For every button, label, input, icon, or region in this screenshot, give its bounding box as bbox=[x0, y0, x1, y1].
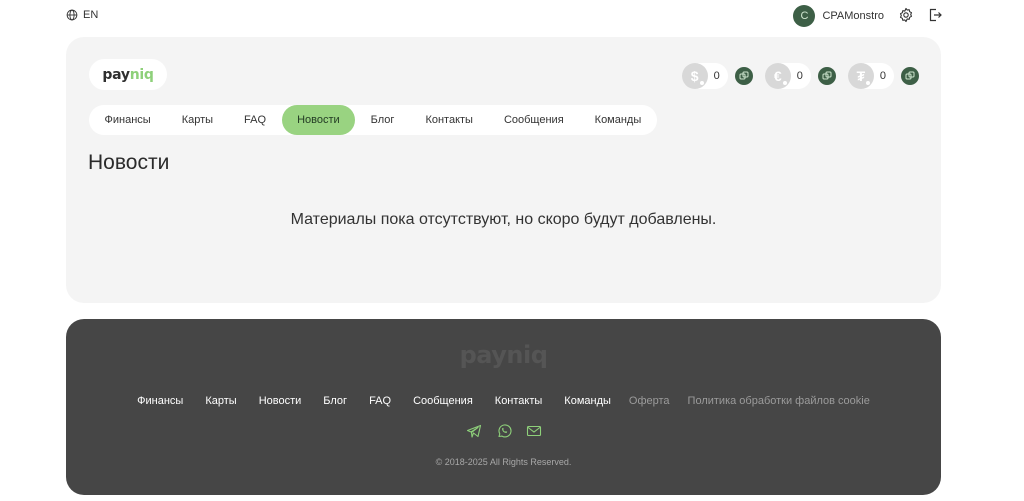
social-links bbox=[66, 423, 941, 439]
footer-link-contacts[interactable]: Контакты bbox=[495, 395, 543, 407]
nav-item-news[interactable]: Новости bbox=[281, 105, 356, 135]
footer-logo[interactable]: payniq bbox=[66, 341, 941, 369]
footer-links: Финансы Карты Новости Блог FAQ Сообщения… bbox=[66, 395, 941, 407]
nav-item-finance[interactable]: Финансы bbox=[89, 105, 166, 135]
page-title: Новости bbox=[88, 151, 170, 174]
whatsapp-icon[interactable] bbox=[496, 423, 512, 439]
main-card: payniq $ 0 € 0 ₮ 0 Финансы Карты FAQ Нов… bbox=[66, 37, 941, 303]
settings-gear-icon[interactable] bbox=[898, 7, 914, 23]
top-bar: EN C CPAMonstro bbox=[0, 0, 1024, 32]
language-switcher[interactable]: EN bbox=[66, 9, 98, 21]
balances: $ 0 € 0 ₮ 0 bbox=[681, 63, 919, 89]
nav-item-faq[interactable]: FAQ bbox=[229, 105, 282, 135]
user-menu[interactable]: C CPAMonstro bbox=[793, 5, 884, 27]
exchange-icon[interactable] bbox=[901, 67, 919, 85]
footer-link-offer[interactable]: Оферта bbox=[629, 395, 670, 407]
email-icon[interactable] bbox=[526, 423, 542, 439]
balance-value: 0 bbox=[879, 70, 886, 82]
logo-text-part2: niq bbox=[129, 66, 154, 83]
copyright: © 2018-2025 All Rights Reserved. bbox=[435, 457, 572, 467]
footer-link-cookie-policy[interactable]: Политика обработки файлов cookie bbox=[688, 395, 870, 407]
footer: payniq Финансы Карты Новости Блог FAQ Со… bbox=[66, 319, 941, 495]
balance-eur: € 0 bbox=[764, 63, 836, 89]
tether-icon: ₮ bbox=[847, 63, 874, 89]
logo[interactable]: payniq bbox=[89, 59, 167, 90]
balance-value: 0 bbox=[796, 70, 803, 82]
nav-item-teams[interactable]: Команды bbox=[579, 105, 657, 135]
globe-icon bbox=[66, 9, 78, 21]
nav-item-contacts[interactable]: Контакты bbox=[410, 105, 489, 135]
main-nav: Финансы Карты FAQ Новости Блог Контакты … bbox=[89, 105, 657, 135]
balance-usdt: ₮ 0 bbox=[847, 63, 919, 89]
logo-text-part1: pay bbox=[102, 66, 130, 83]
euro-icon: € bbox=[764, 63, 791, 89]
balance-value: 0 bbox=[713, 70, 720, 82]
exchange-icon[interactable] bbox=[817, 67, 836, 85]
balance-usd: $ 0 bbox=[681, 63, 753, 89]
avatar: C bbox=[793, 5, 816, 27]
footer-link-faq[interactable]: FAQ bbox=[369, 395, 391, 407]
empty-state-message: Материалы пока отсутствуют, но скоро буд… bbox=[290, 211, 717, 228]
footer-link-messages[interactable]: Сообщения bbox=[413, 395, 473, 407]
username: CPAMonstro bbox=[822, 10, 884, 22]
dollar-icon: $ bbox=[681, 63, 708, 89]
footer-link-teams[interactable]: Команды bbox=[564, 395, 611, 407]
nav-item-cards[interactable]: Карты bbox=[166, 105, 228, 135]
footer-link-blog[interactable]: Блог bbox=[323, 395, 347, 407]
language-label: EN bbox=[83, 9, 99, 21]
footer-link-finance[interactable]: Финансы bbox=[137, 395, 183, 407]
nav-item-messages[interactable]: Сообщения bbox=[488, 105, 579, 135]
footer-link-cards[interactable]: Карты bbox=[205, 395, 236, 407]
footer-link-news[interactable]: Новости bbox=[259, 395, 302, 407]
nav-item-blog[interactable]: Блог bbox=[355, 105, 410, 135]
logout-icon[interactable] bbox=[927, 7, 943, 23]
telegram-icon[interactable] bbox=[466, 423, 482, 439]
exchange-icon[interactable] bbox=[734, 67, 753, 85]
